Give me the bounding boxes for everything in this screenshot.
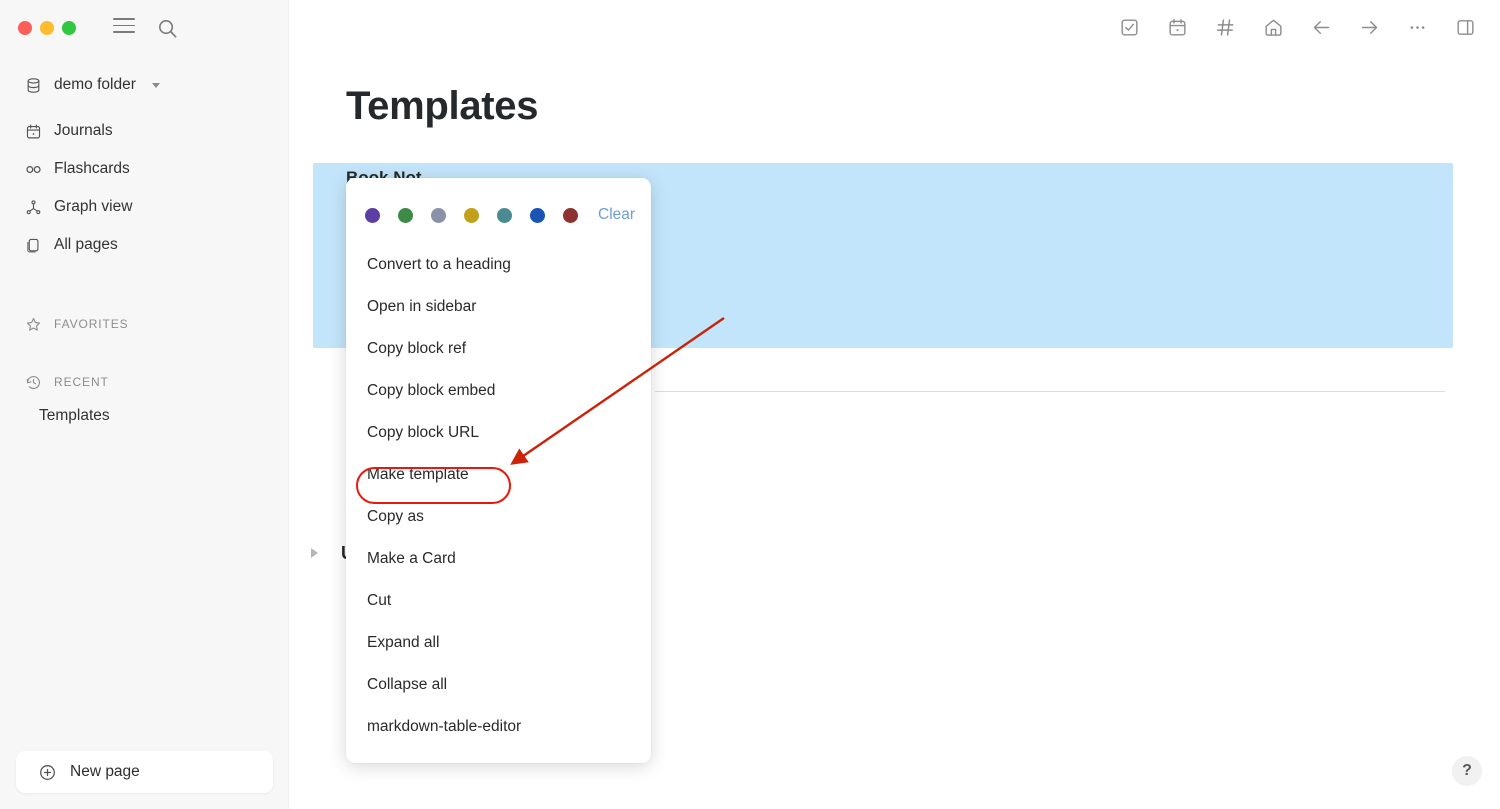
sidebar-item-label: Journals	[54, 122, 113, 139]
clear-color-button[interactable]: Clear	[598, 206, 635, 224]
calendar-icon[interactable]	[1164, 14, 1190, 40]
menu-item-cut[interactable]: Cut	[346, 580, 651, 622]
window-controls	[18, 21, 76, 35]
menu-item-make-a-card[interactable]: Make a Card	[346, 538, 651, 580]
minimize-window-button[interactable]	[40, 21, 54, 35]
color-swatch-gray[interactable]	[431, 207, 446, 223]
menu-item-open-in-sidebar[interactable]: Open in sidebar	[346, 286, 651, 328]
menu-item-label: Open in sidebar	[367, 298, 477, 315]
color-swatch-yellow[interactable]	[464, 207, 479, 223]
menu-item-copy-block-url[interactable]: Copy block URL	[346, 412, 651, 454]
menu-item-label: Collapse all	[367, 676, 448, 693]
workspace-selector[interactable]: demo folder	[0, 66, 289, 104]
pages-icon	[24, 236, 43, 255]
color-swatch-blue[interactable]	[530, 207, 545, 223]
chevron-down-icon[interactable]	[151, 82, 160, 88]
workspace-label: demo folder	[54, 76, 136, 93]
maximize-window-button[interactable]	[62, 21, 76, 35]
sidebar-section-recent[interactable]: RECENT	[0, 365, 289, 399]
sidebar-section-favorites[interactable]: FAVORITES	[0, 307, 289, 341]
arrow-left-icon[interactable]	[1308, 14, 1334, 40]
menu-item-label: Copy block embed	[367, 382, 496, 399]
new-page-label: New page	[70, 763, 140, 780]
home-icon[interactable]	[1260, 14, 1286, 40]
menu-item-label: Make a Card	[367, 550, 456, 567]
sidebar-section-label: FAVORITES	[54, 317, 129, 331]
database-icon	[24, 76, 43, 95]
graph-icon	[24, 198, 43, 217]
sidebar-item-label: Graph view	[54, 198, 133, 215]
menu-item-label: Copy as	[367, 508, 424, 525]
menu-item-label: Copy block URL	[367, 424, 479, 441]
search-icon[interactable]	[156, 17, 179, 40]
color-swatch-red[interactable]	[563, 207, 578, 223]
calendar-icon	[24, 122, 43, 141]
sidebar-item-label: Flashcards	[54, 160, 130, 177]
ellipsis-icon[interactable]	[1404, 14, 1430, 40]
color-swatch-row: Clear	[346, 178, 651, 224]
menu-item-label: markdown-table-editor	[367, 718, 522, 735]
help-button[interactable]: ?	[1452, 756, 1482, 786]
color-swatch-green[interactable]	[398, 207, 413, 223]
menu-item-expand-all[interactable]: Expand all	[346, 622, 651, 664]
menu-item-make-template[interactable]: Make template	[346, 454, 651, 496]
new-page-button[interactable]: New page	[16, 751, 273, 793]
history-icon	[24, 373, 43, 392]
sidebar-item-flashcards[interactable]: Flashcards	[0, 150, 289, 188]
sidebar-item-journals[interactable]: Journals	[0, 112, 289, 150]
menu-item-label: Convert to a heading	[367, 256, 511, 273]
menu-item-label: Copy block ref	[367, 340, 467, 357]
recent-item-templates[interactable]: Templates	[0, 399, 289, 433]
menu-item-label: Cut	[367, 592, 392, 609]
top-toolbar	[1116, 14, 1478, 40]
menu-item-collapse-all[interactable]: Collapse all	[346, 664, 651, 706]
hamburger-icon[interactable]	[113, 18, 135, 38]
sidebar-item-all-pages[interactable]: All pages	[0, 226, 289, 264]
sidebar-item-label: All pages	[54, 236, 118, 253]
page-title: Templates	[346, 84, 539, 128]
block-context-menu: Clear Convert to a heading Open in sideb…	[346, 178, 651, 763]
content-divider	[655, 391, 1445, 392]
context-menu-list: Convert to a heading Open in sidebar Cop…	[346, 224, 651, 748]
recent-item-label: Templates	[39, 407, 110, 424]
menu-item-markdown-table-editor[interactable]: markdown-table-editor	[346, 706, 651, 748]
collapse-toggle-icon[interactable]	[311, 548, 318, 558]
sidebar-section-label: RECENT	[54, 375, 109, 389]
right-sidebar-icon[interactable]	[1452, 14, 1478, 40]
color-swatch-teal[interactable]	[497, 207, 512, 223]
app-root: demo folder Journals Flashcards Graph vi…	[0, 0, 1500, 809]
plus-circle-icon	[38, 763, 57, 782]
sidebar-item-graph-view[interactable]: Graph view	[0, 188, 289, 226]
menu-item-label: Expand all	[367, 634, 440, 651]
menu-item-copy-as[interactable]: Copy as	[346, 496, 651, 538]
menu-item-copy-block-ref[interactable]: Copy block ref	[346, 328, 651, 370]
arrow-right-icon[interactable]	[1356, 14, 1382, 40]
todo-icon[interactable]	[1116, 14, 1142, 40]
infinity-icon	[24, 160, 43, 179]
menu-item-convert-to-a-heading[interactable]: Convert to a heading	[346, 244, 651, 286]
menu-item-copy-block-embed[interactable]: Copy block embed	[346, 370, 651, 412]
sidebar: demo folder Journals Flashcards Graph vi…	[0, 0, 289, 809]
star-icon	[24, 315, 43, 334]
color-swatch-purple[interactable]	[365, 207, 380, 223]
close-window-button[interactable]	[18, 21, 32, 35]
menu-item-label: Make template	[367, 466, 469, 483]
hash-icon[interactable]	[1212, 14, 1238, 40]
